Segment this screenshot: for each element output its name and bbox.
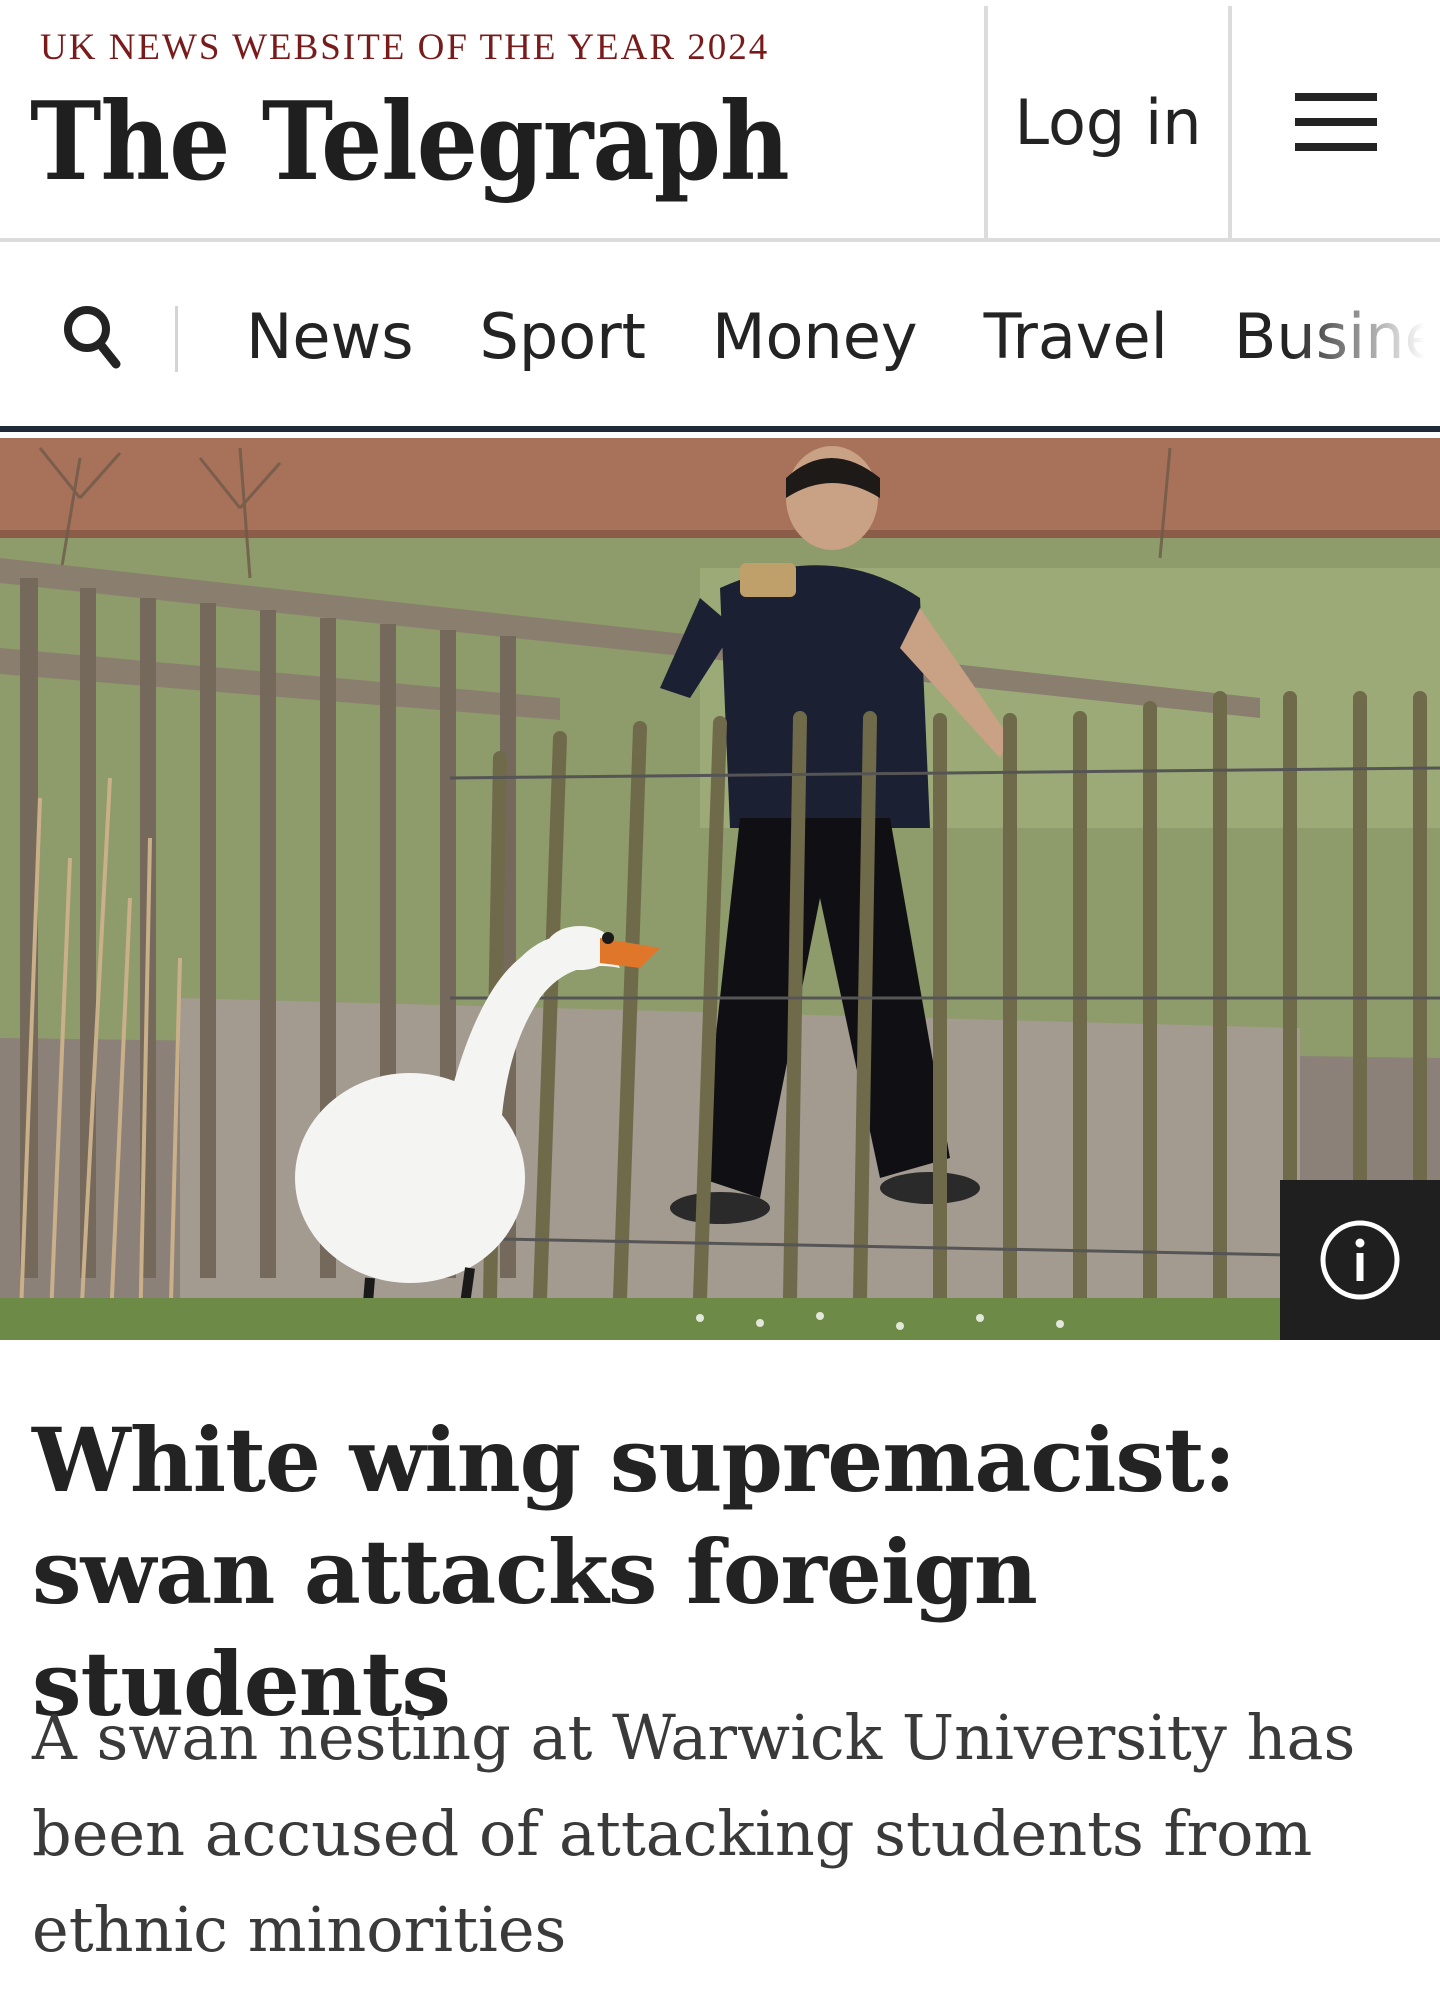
search-button[interactable]: [60, 302, 124, 372]
nav-item-money[interactable]: Money: [712, 300, 918, 373]
search-icon: [64, 306, 121, 369]
site-tagline: UK NEWS WEBSITE OF THE YEAR 2024: [40, 27, 770, 68]
nav-divider: [175, 306, 178, 372]
nav-item-news[interactable]: News: [246, 300, 414, 373]
nav-items: News Sport Money Travel Busine: [246, 246, 1440, 426]
menu-button[interactable]: [1232, 6, 1440, 238]
image-info-button[interactable]: [1280, 1180, 1440, 1340]
hero-photo: [0, 438, 1440, 1340]
site-header: UK NEWS WEBSITE OF THE YEAR 2024 The Tel…: [0, 0, 1440, 242]
nav-item-travel[interactable]: Travel: [984, 300, 1168, 373]
hero-photo-illustration: [0, 438, 1440, 1340]
nav-item-business[interactable]: Busine: [1234, 300, 1440, 373]
telegraph-logo[interactable]: The Telegraph: [30, 78, 790, 205]
login-button[interactable]: Log in: [988, 6, 1228, 238]
article-standfirst: A swan nesting at Warwick University has…: [32, 1701, 1356, 1966]
nav-item-sport[interactable]: Sport: [480, 300, 646, 373]
info-icon: [1320, 1220, 1400, 1300]
hamburger-menu-icon: [1295, 93, 1377, 151]
section-nav: News Sport Money Travel Busine: [0, 246, 1440, 432]
